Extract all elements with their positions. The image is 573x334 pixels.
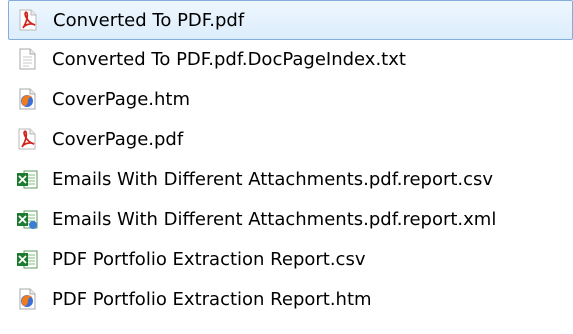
file-row-coverpage-htm[interactable]: CoverPage.htm bbox=[8, 80, 573, 120]
csv-file-icon bbox=[16, 168, 38, 190]
csv-file-icon bbox=[16, 248, 38, 270]
file-row-emails-report-csv[interactable]: Emails With Different Attachments.pdf.re… bbox=[8, 160, 573, 200]
file-row-emails-report-xml[interactable]: Emails With Different Attachments.pdf.re… bbox=[8, 200, 573, 240]
file-row-docpageindex-txt[interactable]: Converted To PDF.pdf.DocPageIndex.txt bbox=[8, 40, 573, 80]
pdf-file-icon bbox=[17, 9, 39, 31]
file-name: Emails With Different Attachments.pdf.re… bbox=[52, 169, 494, 190]
file-row-coverpage-pdf[interactable]: CoverPage.pdf bbox=[8, 120, 573, 160]
file-name: PDF Portfolio Extraction Report.csv bbox=[52, 249, 366, 270]
file-name: Converted To PDF.pdf bbox=[53, 10, 245, 31]
file-name: PDF Portfolio Extraction Report.htm bbox=[52, 289, 372, 310]
file-row-portfolio-report-csv[interactable]: PDF Portfolio Extraction Report.csv bbox=[8, 240, 573, 280]
file-name: CoverPage.htm bbox=[52, 89, 191, 110]
file-name: Emails With Different Attachments.pdf.re… bbox=[52, 209, 497, 230]
file-name: CoverPage.pdf bbox=[52, 129, 184, 150]
text-file-icon bbox=[16, 48, 38, 70]
file-name: Converted To PDF.pdf.DocPageIndex.txt bbox=[52, 49, 406, 70]
file-list: Converted To PDF.pdf Converted To PDF.pd… bbox=[0, 0, 573, 334]
xml-file-icon bbox=[16, 208, 38, 230]
html-file-icon bbox=[16, 288, 38, 310]
file-row-converted-pdf[interactable]: Converted To PDF.pdf bbox=[8, 0, 573, 40]
html-file-icon bbox=[16, 88, 38, 110]
pdf-file-icon bbox=[16, 128, 38, 150]
file-row-portfolio-report-htm[interactable]: PDF Portfolio Extraction Report.htm bbox=[8, 280, 573, 320]
